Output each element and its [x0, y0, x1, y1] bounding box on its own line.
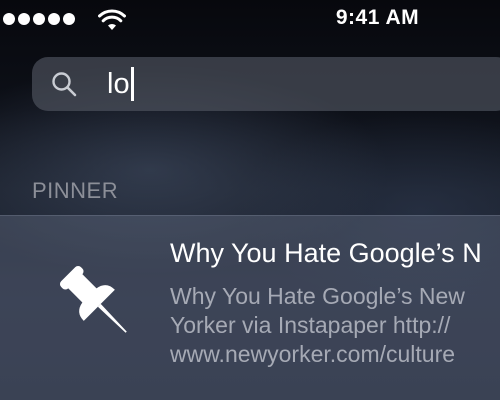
result-description-line: Why You Hate Google’s New	[170, 283, 465, 309]
status-time: 9:41 AM	[335, 6, 420, 29]
text-cursor	[130, 67, 134, 101]
section-header-pinner: PINNER	[32, 178, 119, 203]
status-bar: 9:41 AM	[0, 0, 500, 40]
result-title: Why You Hate Google’s N	[170, 238, 482, 268]
search-query: lo	[107, 68, 130, 100]
search-icon	[52, 72, 77, 97]
signal-dot	[33, 13, 45, 25]
signal-strength-dots	[3, 13, 75, 25]
search-bar[interactable]: lo	[32, 57, 500, 111]
search-input[interactable]: lo	[107, 65, 134, 103]
signal-dot	[18, 13, 30, 25]
pushpin-icon	[59, 265, 127, 333]
signal-dot	[63, 13, 75, 25]
wifi-icon	[98, 9, 126, 30]
signal-dot	[48, 13, 60, 25]
search-result-row[interactable]: Why You Hate Google’s N Why You Hate Goo…	[0, 215, 500, 400]
result-description: Why You Hate Google’s New Yorker via Ins…	[170, 282, 500, 369]
signal-dot	[3, 13, 15, 25]
result-description-line: Yorker via Instapaper http://	[170, 312, 451, 338]
result-description-line: www.newyorker.com/culture	[170, 341, 456, 367]
